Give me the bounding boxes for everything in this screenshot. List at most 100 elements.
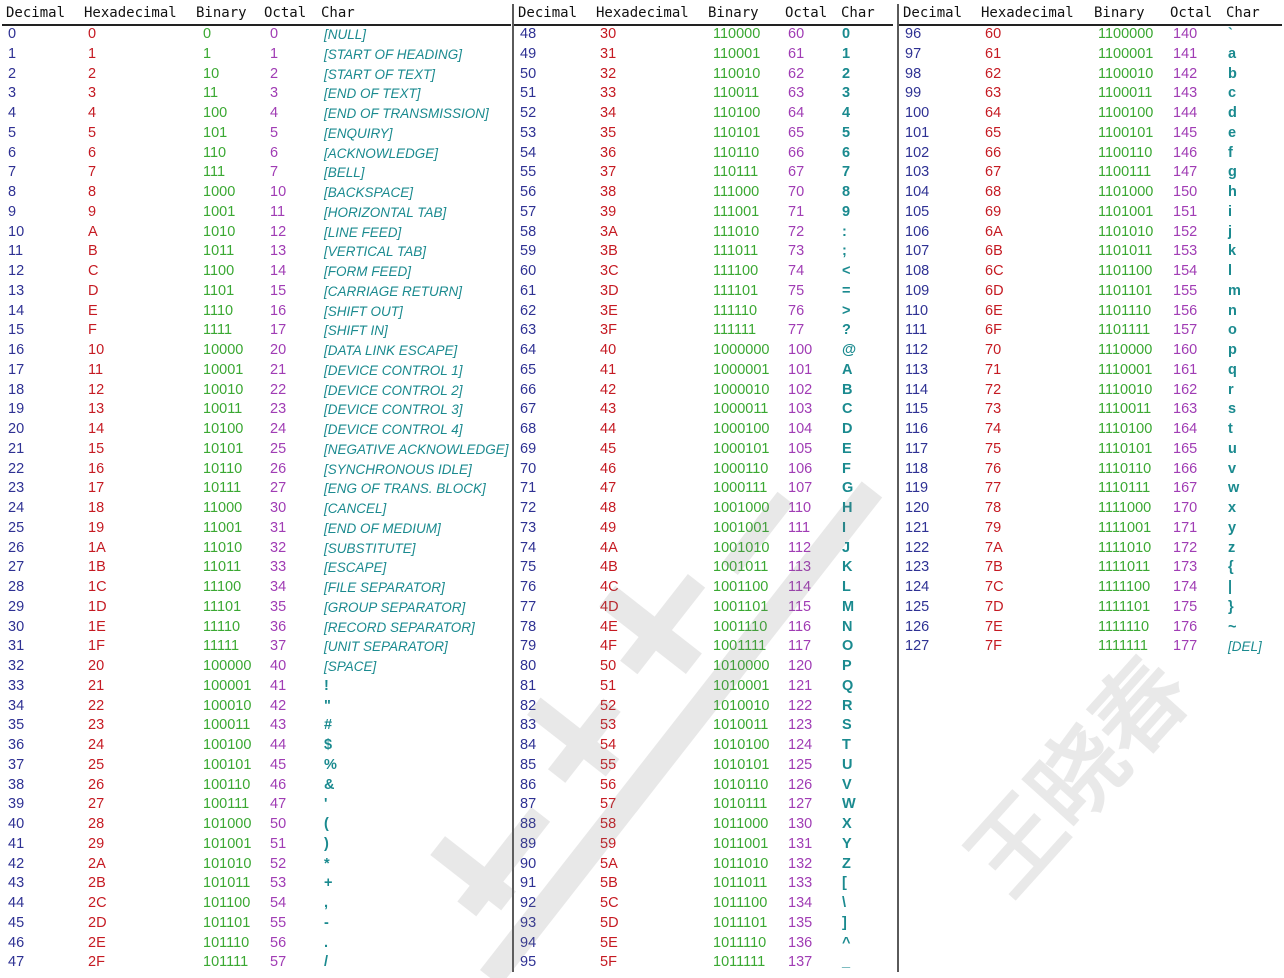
char-cell: [CANCEL] bbox=[324, 501, 387, 516]
table-row: 20 14 10100 24 [DEVICE CONTROL 4] bbox=[8, 420, 513, 440]
decimal-cell: 97 bbox=[905, 45, 922, 62]
hex-cell: 63 bbox=[985, 85, 1002, 102]
hex-cell: 11 bbox=[88, 361, 104, 378]
hex-cell: 7A bbox=[985, 539, 1003, 556]
hex-cell: 7D bbox=[985, 598, 1004, 615]
char-cell: [START OF HEADING] bbox=[324, 46, 463, 62]
binary-cell: 110 bbox=[203, 144, 227, 161]
binary-cell: 1101000 bbox=[1098, 184, 1154, 200]
hex-cell: 6F bbox=[985, 322, 1002, 339]
binary-cell: 110110 bbox=[713, 144, 760, 161]
binary-cell: 1001 bbox=[203, 203, 236, 220]
decimal-cell: 42 bbox=[8, 855, 25, 872]
binary-cell: 10010 bbox=[203, 381, 244, 398]
table-row: 86 56 1010110 126 V bbox=[520, 776, 895, 796]
binary-cell: 111 bbox=[203, 164, 226, 181]
hex-cell: 2A bbox=[88, 855, 106, 872]
char-cell: u bbox=[1228, 440, 1237, 457]
binary-cell: 10011 bbox=[203, 401, 243, 418]
table-row: 12 C 1100 14 [FORM FEED] bbox=[8, 262, 513, 282]
char-cell: ] bbox=[842, 914, 847, 931]
hex-cell: 56 bbox=[600, 776, 617, 793]
char-cell: 5 bbox=[842, 124, 851, 141]
hex-cell: 7F bbox=[985, 638, 1002, 655]
decimal-cell: 45 bbox=[8, 914, 25, 931]
char-cell: o bbox=[1228, 322, 1237, 339]
decimal-cell: 51 bbox=[520, 85, 537, 102]
table-row: 87 57 1010111 127 W bbox=[520, 795, 895, 815]
hex-cell: E bbox=[88, 302, 98, 319]
char-cell: & bbox=[324, 776, 335, 793]
octal-cell: 2 bbox=[270, 65, 279, 82]
table-panel-1: Decimal Hexadecimal Binary Octal Char 0 0 0 0 [NU… bbox=[2, 0, 513, 978]
binary-cell: 100 bbox=[203, 105, 228, 121]
hex-cell: 78 bbox=[985, 500, 1002, 516]
hex-cell: 15 bbox=[88, 440, 105, 457]
table-row: 75 4B 1001011 113 K bbox=[520, 558, 895, 578]
binary-cell: 101110 bbox=[203, 934, 250, 951]
decimal-cell: 77 bbox=[520, 598, 537, 615]
octal-cell: 73 bbox=[788, 243, 805, 260]
hex-cell: 37 bbox=[600, 164, 617, 181]
hex-cell: 72 bbox=[985, 381, 1002, 398]
table-row: 90 5A 1011010 132 Z bbox=[520, 855, 895, 875]
hex-cell: 48 bbox=[600, 500, 617, 516]
decimal-cell: 54 bbox=[520, 144, 537, 161]
hex-cell: 39 bbox=[600, 203, 617, 220]
hex-cell: 4C bbox=[600, 579, 619, 595]
binary-cell: 1010101 bbox=[713, 756, 770, 773]
binary-cell: 100100 bbox=[203, 737, 252, 753]
octal-cell: 77 bbox=[788, 322, 805, 339]
char-cell: } bbox=[1228, 598, 1234, 615]
hex-cell: 42 bbox=[600, 381, 617, 398]
decimal-cell: 115 bbox=[905, 401, 929, 418]
table-row: 1 1 1 1 [START OF HEADING] bbox=[8, 45, 513, 65]
table-row: 119 77 1110111 167 w bbox=[905, 479, 1284, 499]
table-row: 40 28 101000 50 ( bbox=[8, 815, 513, 835]
char-cell: [FORM FEED] bbox=[324, 264, 411, 279]
char-cell: { bbox=[1228, 559, 1234, 576]
char-cell: [SUBSTITUTE] bbox=[324, 540, 416, 556]
table-row: 108 6C 1101100 154 l bbox=[905, 262, 1284, 282]
binary-cell: 1100000 bbox=[1098, 26, 1154, 42]
binary-cell: 1110110 bbox=[1098, 460, 1152, 477]
char-cell: R bbox=[842, 697, 853, 714]
binary-cell: 1100110 bbox=[1098, 144, 1153, 161]
hex-cell: 6D bbox=[985, 282, 1004, 299]
table-row: 97 61 1100001 141 a bbox=[905, 45, 1284, 65]
table-row: 91 5B 1011011 133 [ bbox=[520, 874, 895, 894]
hex-cell: 6B bbox=[985, 243, 1003, 260]
hex-cell: 6A bbox=[985, 223, 1003, 240]
binary-cell: 110001 bbox=[713, 45, 761, 62]
decimal-cell: 68 bbox=[520, 421, 537, 437]
octal-cell: 124 bbox=[788, 737, 813, 753]
char-cell: [ACKNOWLEDGE] bbox=[324, 145, 439, 161]
decimal-cell: 26 bbox=[8, 539, 25, 556]
binary-cell: 1101011 bbox=[1098, 243, 1153, 260]
binary-cell: 100000 bbox=[203, 658, 252, 674]
table-row: 73 49 1001001 111 I bbox=[520, 519, 895, 539]
char-cell: a bbox=[1228, 45, 1237, 62]
table-row: 52 34 110100 64 4 bbox=[520, 104, 895, 124]
table-row: 14 E 1110 16 [SHIFT OUT] bbox=[8, 302, 513, 322]
octal-cell: 40 bbox=[270, 658, 287, 674]
table-row: 104 68 1101000 150 h bbox=[905, 183, 1284, 203]
char-cell: [RECORD SEPARATOR] bbox=[324, 619, 475, 635]
octal-cell: 75 bbox=[788, 282, 805, 299]
table-row: 42 2A 101010 52 * bbox=[8, 855, 513, 875]
table-row: 45 2D 101101 55 - bbox=[8, 914, 513, 934]
octal-cell: 117 bbox=[788, 638, 812, 655]
table-row: 106 6A 1101010 152 j bbox=[905, 223, 1284, 243]
decimal-cell: 116 bbox=[905, 421, 929, 437]
binary-cell: 1010010 bbox=[713, 697, 770, 714]
char-cell: B bbox=[842, 381, 853, 398]
decimal-cell: 49 bbox=[520, 45, 537, 62]
hex-cell: 3C bbox=[600, 263, 619, 279]
decimal-cell: 87 bbox=[520, 796, 537, 813]
hex-cell: 53 bbox=[600, 717, 617, 734]
hex-cell: 2F bbox=[88, 954, 105, 971]
char-cell: [SHIFT IN] bbox=[324, 323, 388, 339]
table-panel-3: Decimal Hexadecimal Binary Octal Char 96 60 110… bbox=[899, 0, 1284, 978]
octal-cell: 21 bbox=[270, 361, 287, 378]
hex-cell: 61 bbox=[985, 45, 1002, 62]
